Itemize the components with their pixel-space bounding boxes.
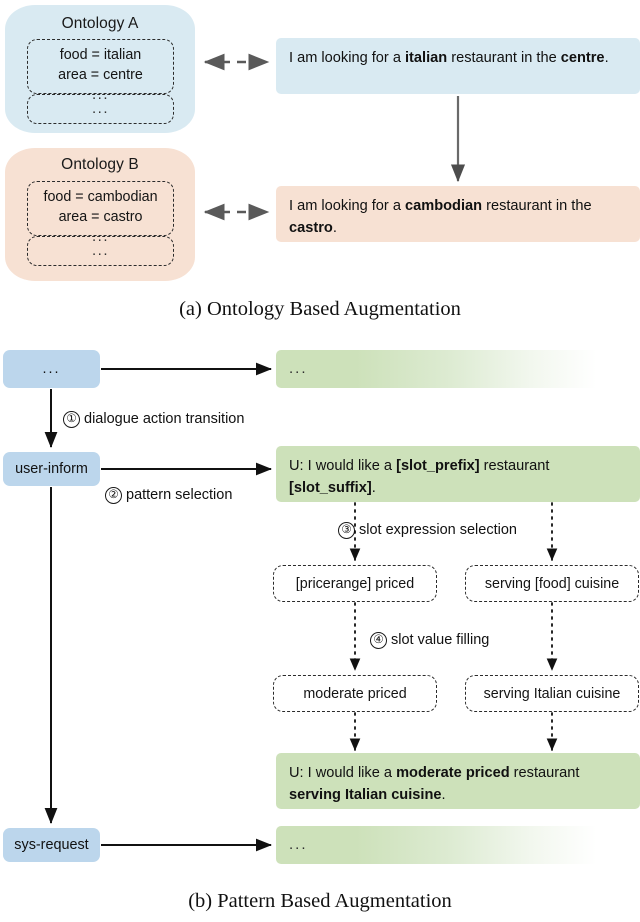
panel-a-caption: (a) Ontology Based Augmentation bbox=[179, 298, 461, 320]
utterance-bubble-cambodian: I am looking for a cambodian restaurant … bbox=[276, 186, 640, 242]
utterance-top-faded-ellipsis: ... bbox=[289, 360, 308, 377]
panel-b-caption: (b) Pattern Based Augmentation bbox=[188, 890, 452, 912]
action-node-ellipsis-label: ... bbox=[42, 361, 61, 377]
ontology-b-outer-ellipsis: ... bbox=[91, 242, 109, 259]
ontology-b-panel: Ontology B food = cambodian area = castr… bbox=[5, 148, 195, 281]
slot-value-italian-label: serving Italian cuisine bbox=[483, 685, 621, 702]
slot-expression-box-pricerange: [pricerange] priced bbox=[273, 565, 437, 602]
step-4-label: ④ slot value filling bbox=[370, 632, 489, 649]
slot-expression-pricerange-label: [pricerange] priced bbox=[295, 575, 415, 592]
utterance-cambodian-text: I am looking for a cambodian restaurant … bbox=[289, 198, 592, 236]
ontology-a-slot-1: area = centre bbox=[58, 67, 143, 83]
step-3-number: ③ bbox=[338, 522, 355, 539]
ontology-a-panel: Ontology A food = italian area = centre … bbox=[5, 5, 195, 133]
ontology-b-extra-box: ... bbox=[27, 236, 174, 266]
utterance-top-faded: ... bbox=[276, 350, 640, 388]
utterance-bottom-faded: ... bbox=[276, 826, 640, 864]
utterance-filled-text: U: I would like a moderate priced restau… bbox=[289, 765, 580, 803]
action-node-ellipsis: ... bbox=[3, 350, 100, 388]
ontology-b-title: Ontology B bbox=[61, 156, 139, 173]
step-4-number: ④ bbox=[370, 632, 387, 649]
action-node-sys-request-label: sys-request bbox=[14, 837, 89, 853]
utterance-filled: U: I would like a moderate priced restau… bbox=[276, 753, 640, 809]
step-3-label: ③ slot expression selection bbox=[338, 522, 517, 539]
utterance-pattern: U: I would like a [slot_prefix] restaura… bbox=[276, 446, 640, 502]
utterance-italian-text: I am looking for a italian restaurant in… bbox=[289, 50, 609, 66]
step-2-number: ② bbox=[105, 487, 122, 504]
utterance-pattern-text: U: I would like a [slot_prefix] restaura… bbox=[289, 458, 550, 496]
ontology-a-outer-ellipsis: ... bbox=[91, 100, 109, 117]
step-2-label: ② pattern selection bbox=[105, 487, 232, 504]
ontology-a-slot-0: food = italian bbox=[59, 47, 142, 63]
utterance-bottom-faded-ellipsis: ... bbox=[289, 836, 308, 853]
ontology-a-extra-box: ... bbox=[27, 94, 174, 124]
slot-expression-box-food: serving [food] cuisine bbox=[465, 565, 639, 602]
step-1-label: ① dialogue action transition bbox=[63, 411, 244, 428]
slot-expression-food-label: serving [food] cuisine bbox=[484, 575, 620, 592]
ontology-b-slot-0: food = cambodian bbox=[43, 189, 158, 205]
slot-value-box-italian: serving Italian cuisine bbox=[465, 675, 639, 712]
action-node-user-inform-label: user-inform bbox=[15, 461, 88, 477]
action-node-sys-request: sys-request bbox=[3, 828, 100, 862]
slot-value-box-moderate: moderate priced bbox=[273, 675, 437, 712]
slot-value-moderate-label: moderate priced bbox=[303, 685, 407, 702]
step-1-number: ① bbox=[63, 411, 80, 428]
ontology-a-slot-box: food = italian area = centre ... bbox=[27, 39, 174, 102]
ontology-a-title: Ontology A bbox=[61, 15, 139, 32]
ontology-b-slot-1: area = castro bbox=[58, 209, 143, 225]
utterance-bubble-italian: I am looking for a italian restaurant in… bbox=[276, 38, 640, 94]
action-node-user-inform: user-inform bbox=[3, 452, 100, 486]
ontology-b-slot-box: food = cambodian area = castro ... bbox=[27, 181, 174, 244]
